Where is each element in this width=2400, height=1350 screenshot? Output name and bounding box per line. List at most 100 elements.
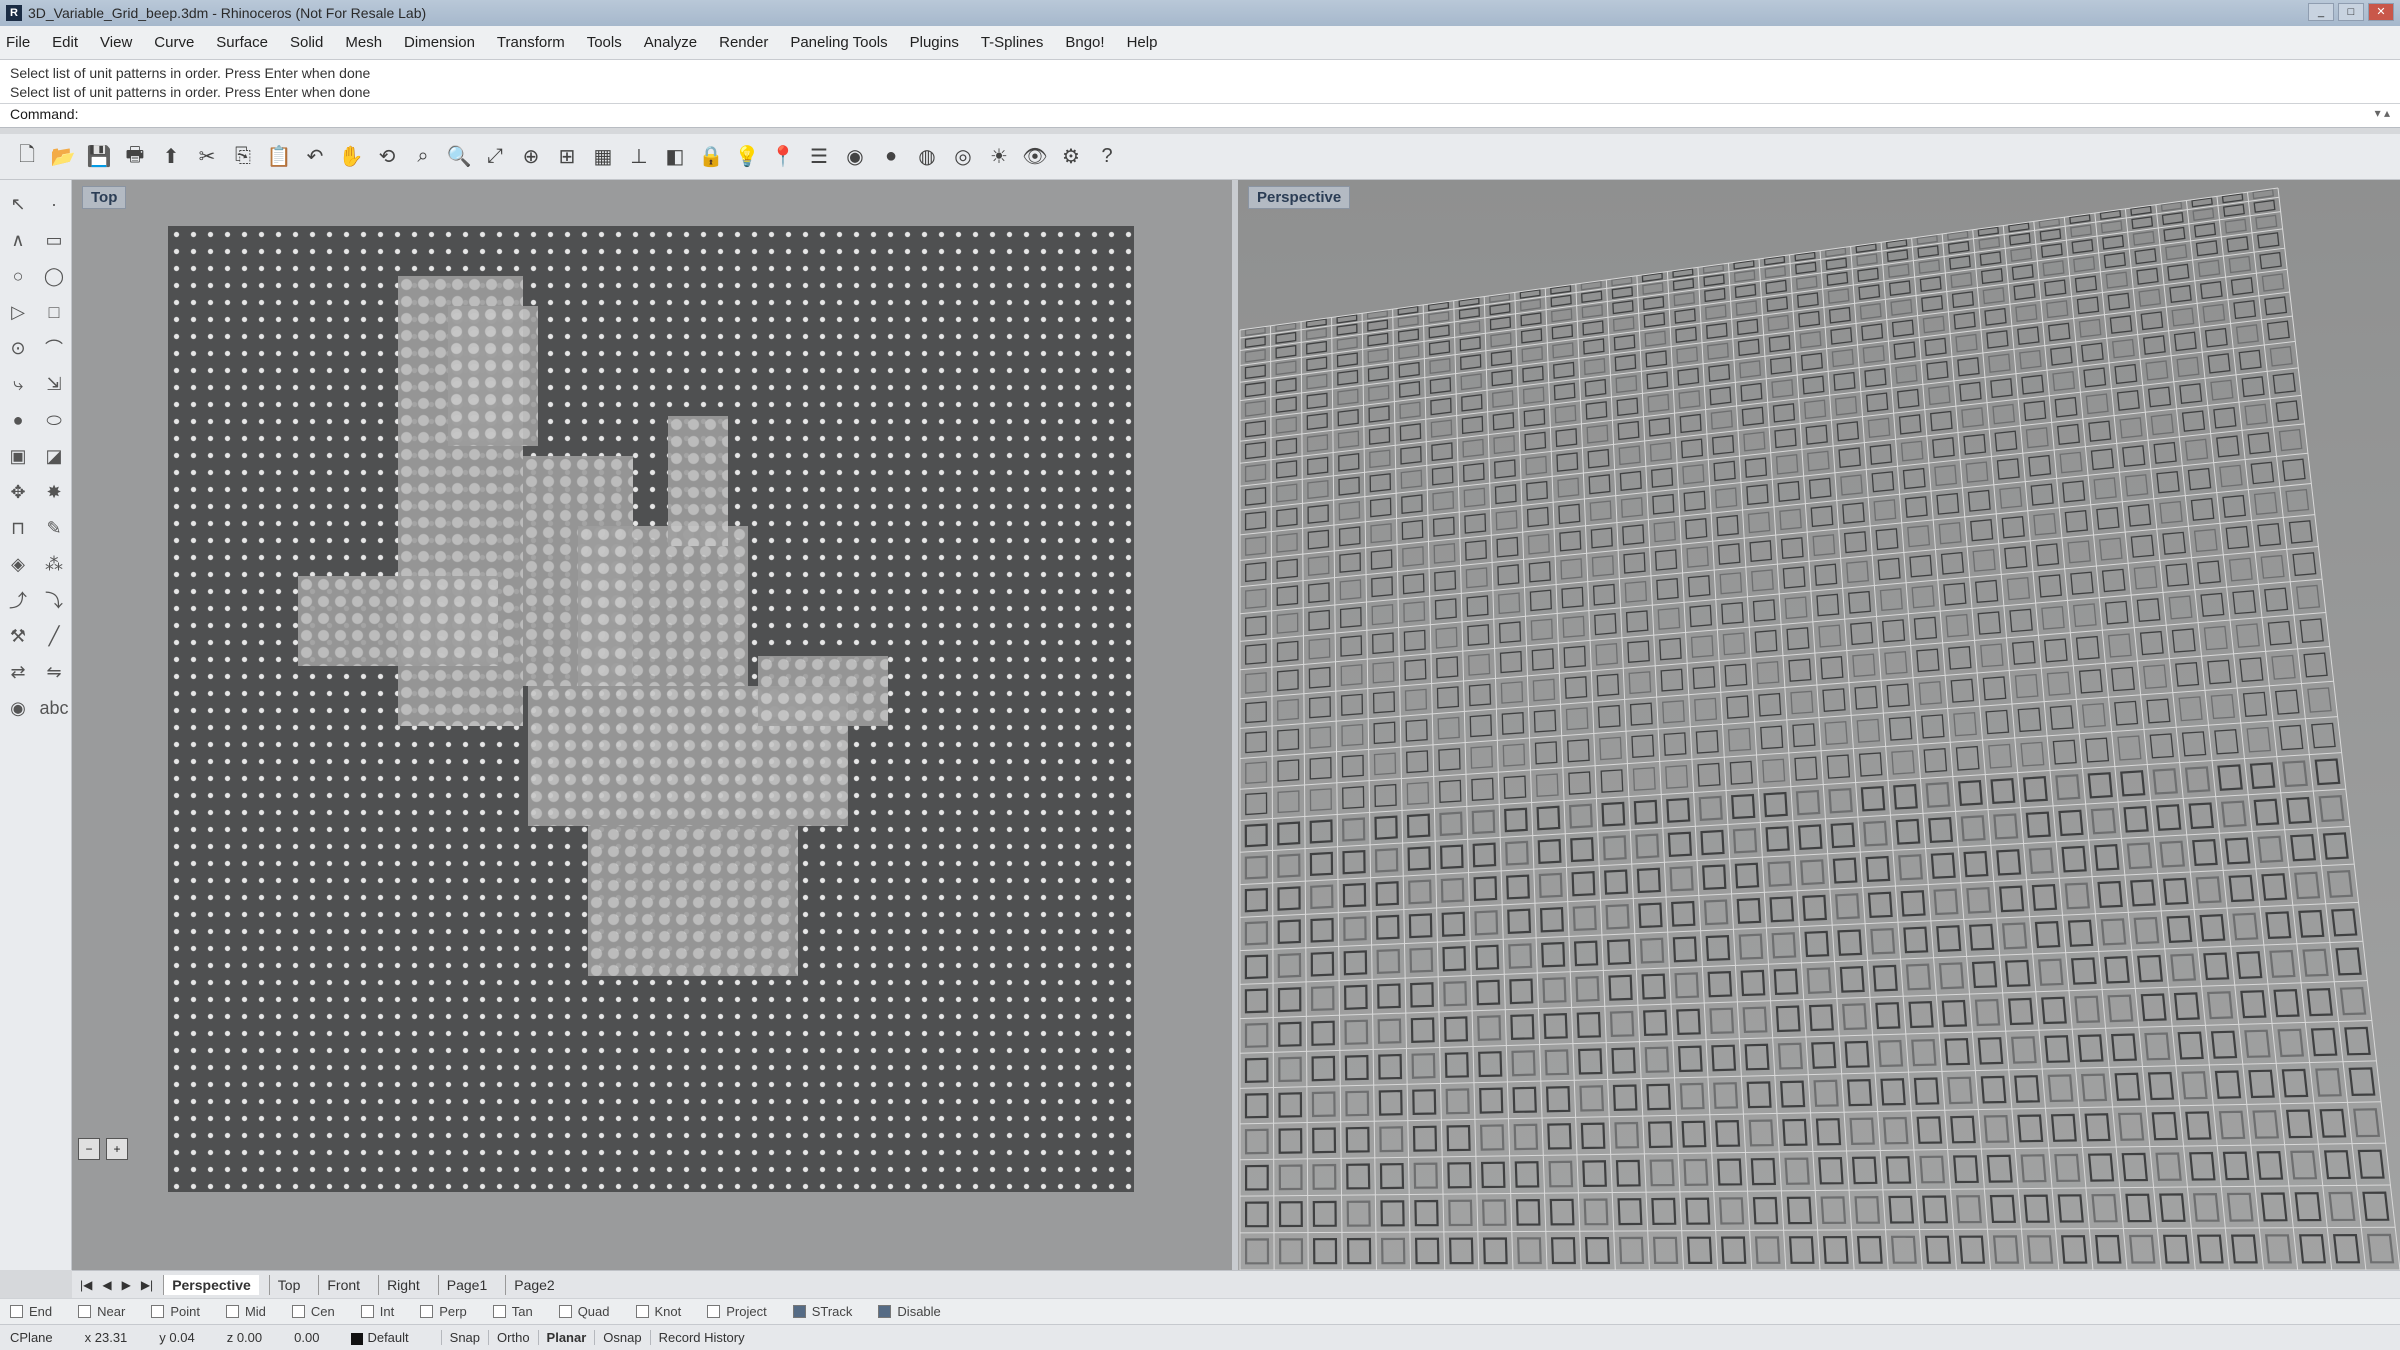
rectangle2-icon[interactable]: □ xyxy=(36,294,72,330)
pin-icon[interactable]: 📍 xyxy=(768,142,798,172)
curve-icon[interactable]: ⊙ xyxy=(0,330,36,366)
drop-icon[interactable]: ◈ xyxy=(0,546,36,582)
tab-front[interactable]: Front xyxy=(318,1274,368,1295)
osnap-end-checkbox[interactable]: End xyxy=(10,1304,52,1319)
eye-icon[interactable]: 👁 xyxy=(1020,142,1050,172)
save-icon[interactable]: 💾 xyxy=(84,142,114,172)
tab-top[interactable]: Top xyxy=(268,1274,309,1295)
close-button[interactable]: ✕ xyxy=(2368,3,2394,21)
surface-icon[interactable]: ◪ xyxy=(36,438,72,474)
copy-icon[interactable]: ⎘ xyxy=(228,142,258,172)
status-pane-planar[interactable]: Planar xyxy=(537,1330,595,1345)
status-pane-record-history[interactable]: Record History xyxy=(649,1330,753,1345)
offset-icon[interactable]: ⇲ xyxy=(36,366,72,402)
menu-file[interactable]: File xyxy=(6,34,30,51)
osnap-int-checkbox[interactable]: Int xyxy=(360,1304,394,1319)
osnap-project-checkbox[interactable]: Project xyxy=(707,1304,767,1319)
select-points-icon[interactable]: · xyxy=(36,186,72,222)
rotate-view-icon[interactable]: ⟲ xyxy=(372,142,402,172)
menu-t-splines[interactable]: T-Splines xyxy=(981,34,1044,51)
menu-paneling-tools[interactable]: Paneling Tools xyxy=(790,34,887,51)
menu-edit[interactable]: Edit xyxy=(52,34,78,51)
tab-prev-button[interactable]: ◀ xyxy=(102,1278,111,1292)
menu-curve[interactable]: Curve xyxy=(154,34,194,51)
import-icon[interactable]: ⬆ xyxy=(156,142,186,172)
print-icon[interactable]: 🖶 xyxy=(120,142,150,172)
menu-transform[interactable]: Transform xyxy=(497,34,565,51)
status-pane-ortho[interactable]: Ortho xyxy=(488,1330,538,1345)
transform-icon[interactable]: ⇄ xyxy=(0,654,36,690)
perspective-viewport[interactable]: Perspective xyxy=(1238,180,2400,1270)
cplane-icon[interactable]: ⊥ xyxy=(624,142,654,172)
tab-perspective[interactable]: Perspective xyxy=(163,1274,259,1295)
open-icon[interactable]: 📂 xyxy=(48,142,78,172)
tab-page1[interactable]: Page1 xyxy=(437,1274,495,1295)
curve-tool2-icon[interactable]: ⤵ xyxy=(36,582,72,618)
top-viewport[interactable]: Top − + xyxy=(72,180,1232,1270)
explode-icon[interactable]: ✸ xyxy=(36,474,72,510)
cut-icon[interactable]: ✂ xyxy=(192,142,222,172)
zoom-in-icon[interactable]: + xyxy=(106,1138,128,1160)
menu-tools[interactable]: Tools xyxy=(587,34,622,51)
paste-icon[interactable]: 📋 xyxy=(264,142,294,172)
zoom-out-icon[interactable]: − xyxy=(78,1138,100,1160)
arc-icon[interactable]: ⌒ xyxy=(36,330,72,366)
osnap-point-checkbox[interactable]: Point xyxy=(151,1304,200,1319)
pan-icon[interactable]: ✋ xyxy=(336,142,366,172)
osnap-quad-checkbox[interactable]: Quad xyxy=(558,1304,610,1319)
hide-icon[interactable]: ◧ xyxy=(660,142,690,172)
menu-analyze[interactable]: Analyze xyxy=(644,34,697,51)
tab-next-button[interactable]: ▶ xyxy=(122,1278,131,1292)
menu-bongo[interactable]: Bngo! xyxy=(1065,34,1104,51)
material-icon[interactable]: ● xyxy=(876,142,906,172)
label-icon[interactable]: abc xyxy=(36,690,72,726)
menu-help[interactable]: Help xyxy=(1127,34,1158,51)
viewport-label-perspective[interactable]: Perspective xyxy=(1248,186,1351,209)
menu-solid[interactable]: Solid xyxy=(290,34,323,51)
boolean-icon[interactable]: ⊓ xyxy=(0,510,36,546)
osnap-knot-checkbox[interactable]: Knot xyxy=(635,1304,681,1319)
zoom-extents-icon[interactable]: ⤢ xyxy=(480,142,510,172)
viewport-label-top[interactable]: Top xyxy=(82,186,127,209)
box-icon[interactable]: ▣ xyxy=(0,438,36,474)
lock-icon[interactable]: 🔒 xyxy=(696,142,726,172)
menu-render[interactable]: Render xyxy=(719,34,768,51)
layers-icon[interactable]: ☰ xyxy=(804,142,834,172)
osnap-strack-checkbox[interactable]: STrack xyxy=(792,1304,852,1319)
osnap-cen-checkbox[interactable]: Cen xyxy=(291,1304,335,1319)
sphere-icon[interactable]: ◍ xyxy=(912,142,942,172)
lightbulb-icon[interactable]: 💡 xyxy=(732,142,762,172)
osnap-perp-checkbox[interactable]: Perp xyxy=(420,1304,467,1319)
curve-tool-icon[interactable]: ⤴ xyxy=(0,582,36,618)
undo-icon[interactable]: ↶ xyxy=(300,142,330,172)
menu-dimension[interactable]: Dimension xyxy=(404,34,475,51)
4-view-icon[interactable]: ⊞ xyxy=(552,142,582,172)
mirror-icon[interactable]: ⇋ xyxy=(36,654,72,690)
tab-last-button[interactable]: ▶| xyxy=(141,1278,153,1292)
current-layer[interactable]: Default xyxy=(351,1330,409,1345)
menu-view[interactable]: View xyxy=(100,34,132,51)
pencil-icon[interactable]: ✎ xyxy=(36,510,72,546)
move-icon[interactable]: ✥ xyxy=(0,474,36,510)
osnap-near-checkbox[interactable]: Near xyxy=(78,1304,125,1319)
render-icon[interactable]: ◉ xyxy=(840,142,870,172)
menu-surface[interactable]: Surface xyxy=(216,34,268,51)
circle-icon[interactable]: ○ xyxy=(0,258,36,294)
polyline-icon[interactable]: ∧ xyxy=(0,222,36,258)
command-dropdown-icon[interactable]: ▾ ▴ xyxy=(2375,106,2390,125)
zoom-dynamic-icon[interactable]: 🔍 xyxy=(444,142,474,172)
zoom-window-icon[interactable]: ⌕ xyxy=(408,142,438,172)
ellipse-icon[interactable]: ◯ xyxy=(36,258,72,294)
hammer-icon[interactable]: ⚒ xyxy=(0,618,36,654)
options-icon[interactable]: ⚙ xyxy=(1056,142,1086,172)
fillet-icon[interactable]: ⤷ xyxy=(0,366,36,402)
maximize-button[interactable]: □ xyxy=(2338,3,2364,21)
menu-mesh[interactable]: Mesh xyxy=(345,34,382,51)
minimize-button[interactable]: _ xyxy=(2308,3,2334,21)
globe-icon[interactable]: ◎ xyxy=(948,142,978,172)
tab-page2[interactable]: Page2 xyxy=(505,1274,562,1295)
command-line[interactable]: Command: ▾ ▴ xyxy=(0,104,2400,128)
osnap-disable-checkbox[interactable]: Disable xyxy=(878,1304,941,1319)
rectangle-icon[interactable]: ▭ xyxy=(36,222,72,258)
tab-right[interactable]: Right xyxy=(378,1274,428,1295)
